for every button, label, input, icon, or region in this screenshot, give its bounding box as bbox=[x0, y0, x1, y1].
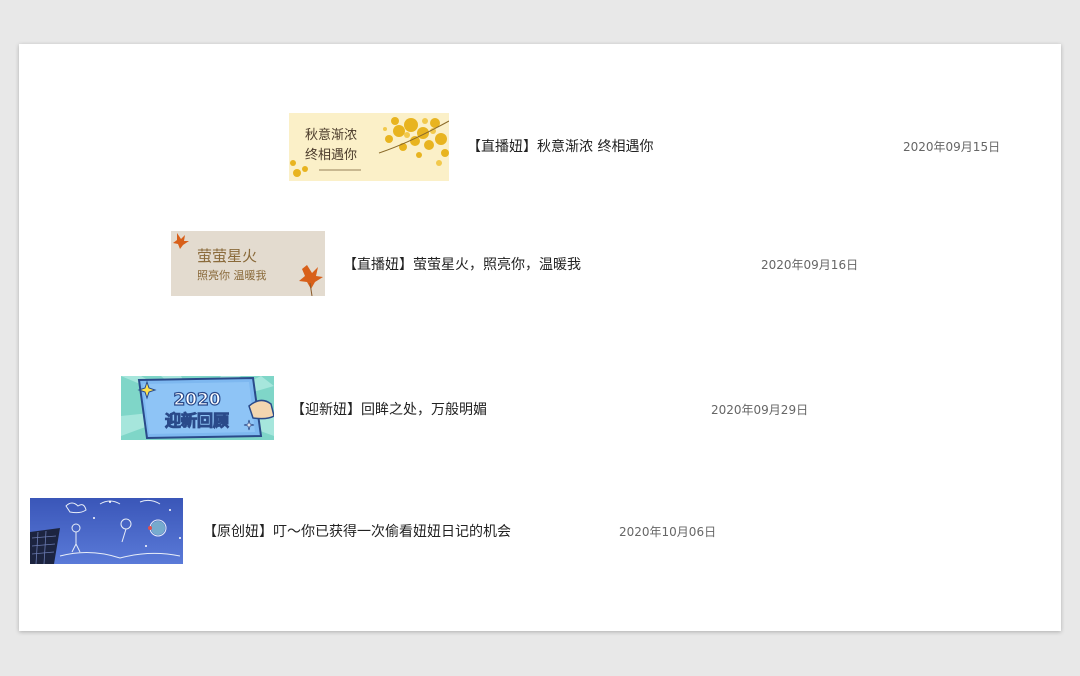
article-thumbnail[interactable]: 秋意渐浓 终相遇你 bbox=[289, 113, 449, 181]
article-date: 2020年09月29日 bbox=[711, 403, 809, 417]
article-title[interactable]: 【迎新妞】回眸之处，万般明媚 bbox=[291, 400, 487, 420]
article-thumbnail[interactable]: 萤萤星火 照亮你 温暖我 bbox=[171, 231, 325, 296]
article-title[interactable]: 【直播妞】秋意渐浓 终相遇你 bbox=[467, 137, 653, 157]
article-date: 2020年09月15日 bbox=[903, 140, 1001, 154]
article-item[interactable]: 【原创妞】叮～你已获得一次偷看妞妞日记的机会 2020年10月06日 bbox=[30, 498, 730, 566]
thumbnail-text: 2020 bbox=[173, 390, 220, 410]
article-item[interactable]: 秋意渐浓 终相遇你 【直播妞】秋意渐浓 终相遇你 2020年09月15日 bbox=[289, 113, 1009, 181]
article-title[interactable]: 【原创妞】叮～你已获得一次偷看妞妞日记的机会 bbox=[203, 522, 511, 542]
article-item[interactable]: 2020 迎新回顾 【迎新妞】回眸之处，万般明媚 2020年09月29日 bbox=[121, 376, 821, 444]
article-thumbnail[interactable]: 2020 迎新回顾 bbox=[121, 376, 274, 440]
thumbnail-text: 终相遇你 bbox=[305, 147, 357, 163]
article-list-card: 秋意渐浓 终相遇你 【直播妞】秋意渐浓 终相遇你 2020年09月15日 萤萤星… bbox=[19, 44, 1061, 631]
thumbnail-text: 萤萤星火 bbox=[197, 247, 257, 265]
article-date: 2020年10月06日 bbox=[619, 525, 717, 539]
thumbnail-text: 照亮你 温暖我 bbox=[197, 268, 267, 282]
article-date: 2020年09月16日 bbox=[761, 258, 859, 272]
article-title[interactable]: 【直播妞】萤萤星火，照亮你，温暖我 bbox=[343, 255, 581, 275]
article-thumbnail[interactable] bbox=[30, 498, 183, 564]
article-item[interactable]: 萤萤星火 照亮你 温暖我 【直播妞】萤萤星火，照亮你，温暖我 2020年09月1… bbox=[171, 231, 871, 299]
thumbnail-text: 迎新回顾 bbox=[165, 411, 229, 430]
thumbnail-text: 秋意渐浓 bbox=[305, 127, 357, 143]
